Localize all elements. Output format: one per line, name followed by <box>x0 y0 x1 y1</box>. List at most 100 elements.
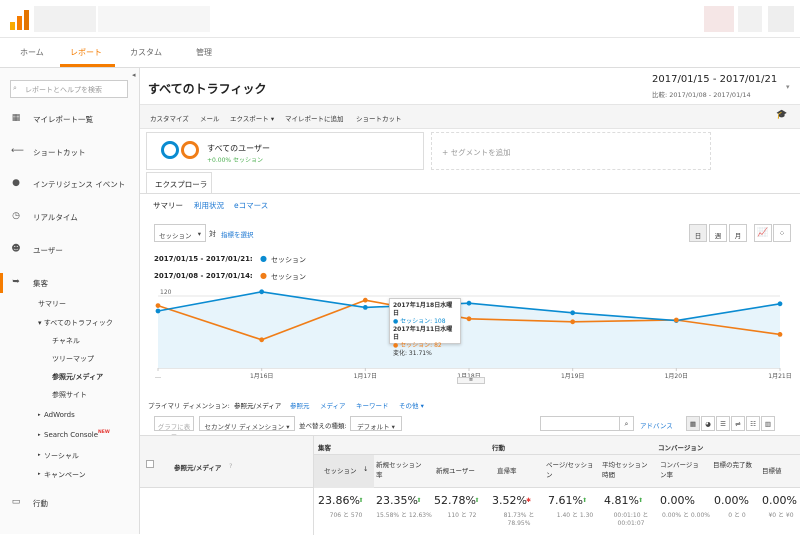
view-pie-icon[interactable]: ◕ <box>701 416 715 431</box>
account-selector[interactable] <box>34 6 96 32</box>
sidebar-item-acquisition[interactable]: ➥ 集客 <box>0 273 139 293</box>
view-bar-icon[interactable]: ☰ <box>716 416 730 431</box>
legend-dot-previous: ● <box>260 271 267 280</box>
col-goal-completions[interactable]: 目標の完了数 <box>713 460 753 470</box>
compare-value-4: 1.40 と 1.30 <box>556 512 594 519</box>
x-tick-label: … <box>155 373 161 380</box>
col-new-users[interactable]: 新規ユーザー <box>436 465 475 475</box>
dimension-option-source[interactable]: 参照元 <box>290 400 310 410</box>
tab-custom[interactable]: カスタム <box>130 47 162 58</box>
col-pages-per-session[interactable]: ページ/セッション <box>546 460 594 480</box>
total-value-3: 3.52% <box>492 494 527 507</box>
table-search-input[interactable] <box>540 416 620 431</box>
toolbar-email[interactable]: メール <box>200 113 220 123</box>
dimension-option-other[interactable]: その他 ▾ <box>399 400 424 410</box>
sidebar-item-intelligence[interactable]: ● インテリジェンス イベント <box>0 174 139 194</box>
select-all-checkbox[interactable] <box>146 460 154 468</box>
vs-label: 対 <box>209 230 216 238</box>
expand-social-icon: ▸ <box>38 452 41 458</box>
sidebar-sub-search-console[interactable]: Search Console <box>44 431 98 439</box>
sidebar-item-shortcuts[interactable]: ⟵ ショートカット <box>0 142 139 162</box>
period-day-button[interactable]: 日 <box>689 224 707 242</box>
col-bounce-rate[interactable]: 直帰率 <box>497 465 517 475</box>
dimension-header[interactable]: 参照元/メディア <box>174 462 221 472</box>
trend-up-icon: ⬆ <box>416 497 422 504</box>
collapse-sidebar-icon[interactable]: ◂ <box>132 71 136 79</box>
trend-down-icon: ✱ <box>526 497 532 504</box>
view-pivot-icon[interactable]: ▥ <box>761 416 775 431</box>
segment-all-users[interactable]: すべてのユーザー +0.00% セッション <box>146 132 424 170</box>
property-selector[interactable] <box>98 6 210 32</box>
chart-resize-handle[interactable]: ≡ <box>457 377 485 384</box>
sidebar-sub-summary[interactable]: サマリー <box>38 299 66 309</box>
subtab-ecommerce[interactable]: eコマース <box>234 200 268 211</box>
advanced-filter-link[interactable]: アドバンス <box>640 420 673 430</box>
choose-metric-link[interactable]: 指標を選択 <box>221 229 254 239</box>
search-input[interactable]: レポートとヘルプを検索 <box>10 80 128 98</box>
view-compare-icon[interactable]: ⇌ <box>731 416 745 431</box>
tab-admin[interactable]: 管理 <box>196 47 212 58</box>
line-chart-icon[interactable]: 📈 <box>754 224 772 242</box>
col-new-session-rate[interactable]: 新規セッション率 <box>376 460 426 480</box>
group-acquisition: 集客 <box>318 444 331 452</box>
data-point-0-1 <box>259 289 265 295</box>
data-table: 参照元/メディア ? 集客 行動 コンバージョン セッション ↓ 新規セッション… <box>140 435 800 535</box>
sidebar-item-realtime[interactable]: ◷ リアルタイム <box>0 207 139 227</box>
add-segment-button[interactable]: + セグメントを追加 <box>431 132 711 170</box>
toolbar-add-dashboard[interactable]: マイレポートに追加 <box>285 113 344 123</box>
sidebar-sub-treemap[interactable]: ツリーマップ <box>52 354 94 364</box>
sidebar-item-audience[interactable]: ☻ ユーザー <box>0 240 139 260</box>
data-point-1-1 <box>259 337 265 343</box>
compare-range: 比較: 2017/01/08 - 2017/01/14 <box>652 91 751 99</box>
plot-rows-button[interactable]: グラフに表示 <box>154 416 194 441</box>
table-search-button[interactable]: ⌕ <box>619 416 634 431</box>
period-week-button[interactable]: 週 <box>709 224 727 242</box>
sidebar-sub-channel[interactable]: チャネル <box>52 336 80 346</box>
view-term-cloud-icon[interactable]: ☷ <box>746 416 760 431</box>
tab-explorer[interactable]: エクスプローラ <box>146 172 212 194</box>
toolbar-customize[interactable]: カスタマイズ <box>150 113 189 123</box>
metric-select[interactable]: セッション ▾ <box>154 224 206 242</box>
chart-tooltip: 2017年1月18日水曜日 ● セッション: 108 2017年1月11日水曜日… <box>389 298 461 357</box>
dimension-option-keyword[interactable]: キーワード <box>356 400 389 410</box>
sidebar-sub-campaign[interactable]: キャンペーン <box>44 470 86 480</box>
col-avg-session-duration[interactable]: 平均セッション時間 <box>602 460 652 480</box>
shortcut-arrow-icon: ⟵ <box>11 146 24 156</box>
analytics-logo[interactable] <box>10 10 30 30</box>
sidebar-sub-social[interactable]: ソーシャル <box>44 451 79 461</box>
date-range[interactable]: 2017/01/15 - 2017/01/21 <box>652 74 777 85</box>
subtab-usage[interactable]: 利用状況 <box>194 200 224 211</box>
col-conversion-rate[interactable]: コンバージョン率 <box>660 460 702 480</box>
sort-type-select[interactable]: デフォルト ▾ <box>350 416 402 431</box>
sidebar-item-my-reports[interactable]: ▦ マイレポート一覧 <box>0 109 139 129</box>
col-sessions[interactable]: セッション <box>324 465 357 475</box>
avatar[interactable] <box>768 6 794 32</box>
period-month-button[interactable]: 月 <box>729 224 747 242</box>
apps-button[interactable] <box>738 6 762 32</box>
notification-button[interactable] <box>704 6 734 32</box>
dimension-option-medium[interactable]: メディア <box>320 400 346 410</box>
legend-dot-current: ● <box>260 254 267 263</box>
tab-home[interactable]: ホーム <box>20 47 44 58</box>
toolbar-export[interactable]: エクスポート ▾ <box>230 113 274 123</box>
date-dropdown-icon[interactable]: ▾ <box>786 83 790 91</box>
dropdown-caret-icon: ▾ <box>197 230 201 238</box>
compare-value-8: ¥0 と ¥0 <box>768 512 794 519</box>
data-point-1-4 <box>570 319 576 325</box>
sidebar-item-behavior[interactable]: ▭ 行動 <box>0 493 139 513</box>
sidebar-sub-referral-site[interactable]: 参照サイト <box>52 390 87 400</box>
motion-chart-icon[interactable]: ⁘ <box>773 224 791 242</box>
tab-reports[interactable]: レポート <box>70 47 102 58</box>
col-goal-value[interactable]: 目標値 <box>762 465 782 475</box>
expand-campaign-icon: ▸ <box>38 471 41 477</box>
subtab-summary[interactable]: サマリー <box>153 200 183 211</box>
sidebar-sub-referral[interactable]: 参照元/メディア <box>52 372 103 382</box>
graduation-cap-icon[interactable]: 🎓 <box>776 110 787 120</box>
secondary-dimension-select[interactable]: セカンダリ ディメンション ▾ <box>199 416 295 431</box>
sidebar-sub-all-traffic[interactable]: ▾ すべてのトラフィック <box>38 318 113 328</box>
expand-search-console-icon: ▸ <box>38 432 41 438</box>
view-table-icon[interactable]: ▦ <box>686 416 700 431</box>
sessions-chart[interactable]: 60120…1月16日1月17日1月18日1月19日1月20日1月21日 <box>140 282 800 388</box>
toolbar-shortcut[interactable]: ショートカット <box>356 113 402 123</box>
sidebar-sub-adwords[interactable]: AdWords <box>44 411 75 419</box>
